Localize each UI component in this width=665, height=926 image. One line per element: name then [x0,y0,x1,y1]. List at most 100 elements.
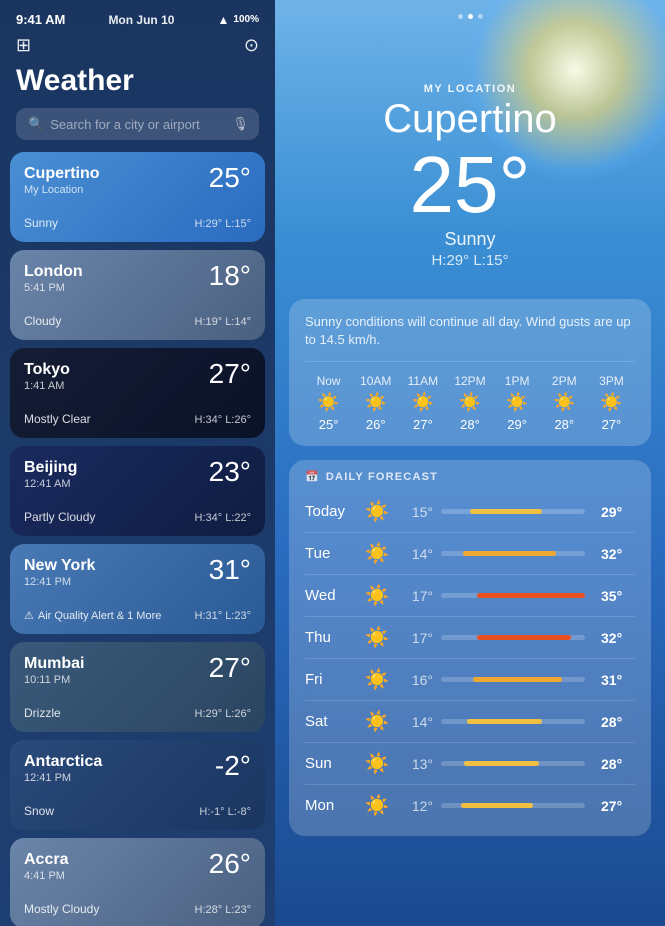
status-date: Mon Jun 10 [108,13,174,27]
main-high-low: H:29° L:15° [295,252,645,269]
hour-temp: 29° [507,417,527,432]
city-bottom: Mostly Clear H:34° L:26° [24,412,251,426]
city-name: London [24,262,83,281]
city-top: Beijing 12:41 AM 23° [24,458,251,490]
search-input[interactable] [50,117,226,132]
hour-icon: ☀️ [600,392,622,413]
top-bar: ⊞ ⊙ [0,31,275,64]
hour-item: 1PM ☀️ 29° [494,374,541,432]
daily-header: 📅 DAILY FORECAST [305,470,635,483]
dot [478,14,483,19]
city-card[interactable]: New York 12:41 PM 31° ⚠ Air Quality Aler… [10,544,265,634]
city-name-block: New York 12:41 PM [24,556,95,588]
city-card[interactable]: London 5:41 PM 18° Cloudy H:19° L:14° [10,250,265,340]
calendar-icon: 📅 [305,470,320,483]
sidebar-toggle-icon[interactable]: ⊞ [16,35,31,56]
forecast-description: Sunny conditions will continue all day. … [305,313,635,362]
status-bar: 9:41 AM Mon Jun 10 ▲ 100% [0,0,275,31]
hour-item: 3PM ☀️ 27° [588,374,635,432]
day-high: 31° [601,672,635,688]
city-top: New York 12:41 PM 31° [24,556,251,588]
alert-icon: ⚠ [24,609,34,622]
city-bottom: Partly Cloudy H:34° L:22° [24,510,251,524]
day-low: 17° [399,588,433,604]
daily-row: Fri ☀️ 16° 31° [305,659,635,701]
city-bottom: ⚠ Air Quality Alert & 1 More H:31° L:23° [24,609,251,622]
hour-temp: 26° [366,417,386,432]
city-condition: Partly Cloudy [24,510,95,524]
city-name-block: Tokyo 1:41 AM [24,360,70,392]
day-icon: ☀️ [363,541,391,566]
city-bottom: Drizzle H:29° L:26° [24,706,251,720]
city-top: Mumbai 10:11 PM 27° [24,654,251,686]
daily-row: Today ☀️ 15° 29° [305,491,635,533]
day-name: Today [305,503,355,520]
city-condition: Mostly Clear [24,412,91,426]
city-sublabel: 10:11 PM [24,674,84,686]
city-card[interactable]: Beijing 12:41 AM 23° Partly Cloudy H:34°… [10,446,265,536]
city-bottom: Mostly Cloudy H:28° L:23° [24,902,251,916]
hour-icon: ☀️ [553,392,575,413]
city-alert: ⚠ Air Quality Alert & 1 More [24,609,161,622]
daily-row: Sun ☀️ 13° 28° [305,743,635,785]
day-high: 28° [601,756,635,772]
temp-bar-fill [477,593,585,598]
city-list: Cupertino My Location 25° Sunny H:29° L:… [0,152,275,926]
city-name-block: London 5:41 PM [24,262,83,294]
daily-forecast-card: 📅 DAILY FORECAST Today ☀️ 15° 29° Tue ☀️… [289,460,651,836]
city-card[interactable]: Accra 4:41 PM 26° Mostly Cloudy H:28° L:… [10,838,265,926]
hour-item: 11AM ☀️ 27° [399,374,446,432]
day-name: Tue [305,545,355,562]
city-name-block: Mumbai 10:11 PM [24,654,84,686]
city-card[interactable]: Mumbai 10:11 PM 27° Drizzle H:29° L:26° [10,642,265,732]
city-condition: Snow [24,804,54,818]
city-name: Tokyo [24,360,70,379]
city-high-low: H:31° L:23° [195,610,252,622]
day-icon: ☀️ [363,751,391,776]
day-name: Wed [305,587,355,604]
city-temperature: -2° [215,752,251,780]
city-temperature: 23° [209,458,251,486]
microphone-icon[interactable]: 🎙 [232,116,249,132]
hour-label: 11AM [408,374,438,388]
city-top: Antarctica 12:41 PM -2° [24,752,251,784]
city-name-block: Accra 4:41 PM [24,850,68,882]
hour-temp: 27° [413,417,433,432]
city-card[interactable]: Cupertino My Location 25° Sunny H:29° L:… [10,152,265,242]
hour-item: Now ☀️ 25° [305,374,352,432]
search-bar[interactable]: 🔍 🎙 [16,108,259,140]
city-high-low: H:29° L:15° [195,218,252,230]
city-high-low: H:34° L:22° [195,512,252,524]
hour-icon: ☀️ [459,392,481,413]
daily-row: Wed ☀️ 17° 35° [305,575,635,617]
main-city-name: Cupertino [295,97,645,141]
hour-icon: ☀️ [365,392,387,413]
hour-label: 2PM [552,374,577,388]
temp-bar-fill [477,635,571,640]
day-icon: ☀️ [363,583,391,608]
day-low: 15° [399,504,433,520]
hour-label: 12PM [454,374,485,388]
alert-text: Air Quality Alert & 1 More [38,610,162,622]
city-card[interactable]: Tokyo 1:41 AM 27° Mostly Clear H:34° L:2… [10,348,265,438]
search-icon: 🔍 [28,116,44,132]
temp-bar-fill [464,761,539,766]
day-high: 32° [601,630,635,646]
more-options-icon[interactable]: ⊙ [244,35,259,56]
dots-indicator [275,0,665,23]
day-name: Mon [305,797,355,814]
city-temperature: 18° [209,262,251,290]
day-low: 13° [399,756,433,772]
hour-label: 3PM [599,374,624,388]
day-name: Sun [305,755,355,772]
main-weather-display: MY LOCATION Cupertino 25° Sunny H:29° L:… [275,23,665,289]
city-condition: Sunny [24,216,58,230]
city-high-low: H:34° L:26° [195,414,252,426]
city-top: London 5:41 PM 18° [24,262,251,294]
city-name-block: Cupertino My Location [24,164,100,196]
city-card[interactable]: Antarctica 12:41 PM -2° Snow H:-1° L:-8° [10,740,265,830]
temp-bar-fill [467,719,542,724]
daily-row: Mon ☀️ 12° 27° [305,785,635,826]
day-icon: ☀️ [363,667,391,692]
city-temperature: 27° [209,654,251,682]
